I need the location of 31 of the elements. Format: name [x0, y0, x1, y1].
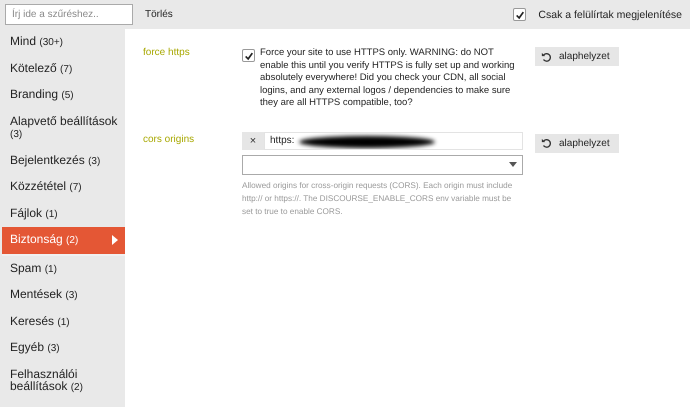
sidebar-item[interactable]: Bejelentkezés (3) [2, 148, 125, 174]
caret-icon [509, 162, 517, 167]
checkbox[interactable] [513, 8, 526, 21]
sidebar-item[interactable]: Biztonság (2) [2, 227, 125, 256]
setting-description: Allowed origins for cross-origin requests (CORS). Each origin must include http:// or https://. The DISCOURSE_ENABLE_CORS env variable must be set to true to enable CORS. [242, 180, 514, 218]
checkbox[interactable] [242, 49, 255, 62]
undo-icon [541, 138, 551, 148]
reset-button[interactable]: alaphelyzet [535, 134, 619, 152]
sidebar-item[interactable]: Felhasználói beállítások (2) [2, 362, 125, 400]
sidebar-item[interactable]: Mind (30+) [2, 29, 125, 56]
undo-icon [541, 52, 551, 62]
sidebar-item[interactable]: Alapvető beállítások (3) [2, 108, 125, 148]
value-field[interactable]: https: [264, 132, 523, 150]
sidebar-item[interactable]: Spam (1) [2, 256, 125, 282]
dropdown-field[interactable] [242, 154, 523, 174]
setting-description: Force your site to use HTTPS only. WARNING: do NOT enable this until you verify HTTPS is fully set up and working absolutely everywhere! Did you check your CDN, all social logins, and any external logos / dependencies to make sure they are all HTTPS compatible, too? [260, 47, 516, 110]
remove-button[interactable]: × [242, 132, 264, 150]
sidebar-item[interactable]: Egyéb (3) [2, 335, 125, 362]
reset-button[interactable]: alaphelyzet [535, 47, 619, 66]
setting-name: cors origins [143, 134, 194, 144]
sidebar-item[interactable]: Mentések (3) [2, 282, 125, 308]
sidebar-item[interactable]: Keresés (1) [2, 308, 125, 335]
checkbox-label: Csak a felülírtak megjelenítése [538, 8, 682, 20]
filter-field[interactable]: Írj ide a szűréshez.. [5, 4, 133, 25]
setting-name: force https [143, 47, 190, 58]
sidebar-item[interactable]: Közzététel (7) [2, 174, 125, 200]
sidebar-item[interactable]: Branding (5) [2, 82, 125, 108]
clear-button[interactable]: Törlés [145, 9, 173, 20]
arrow-icon [111, 235, 119, 246]
sidebar-item[interactable]: Fájlok (1) [2, 200, 125, 227]
sidebar-item[interactable]: Kötelező (7) [2, 56, 125, 82]
